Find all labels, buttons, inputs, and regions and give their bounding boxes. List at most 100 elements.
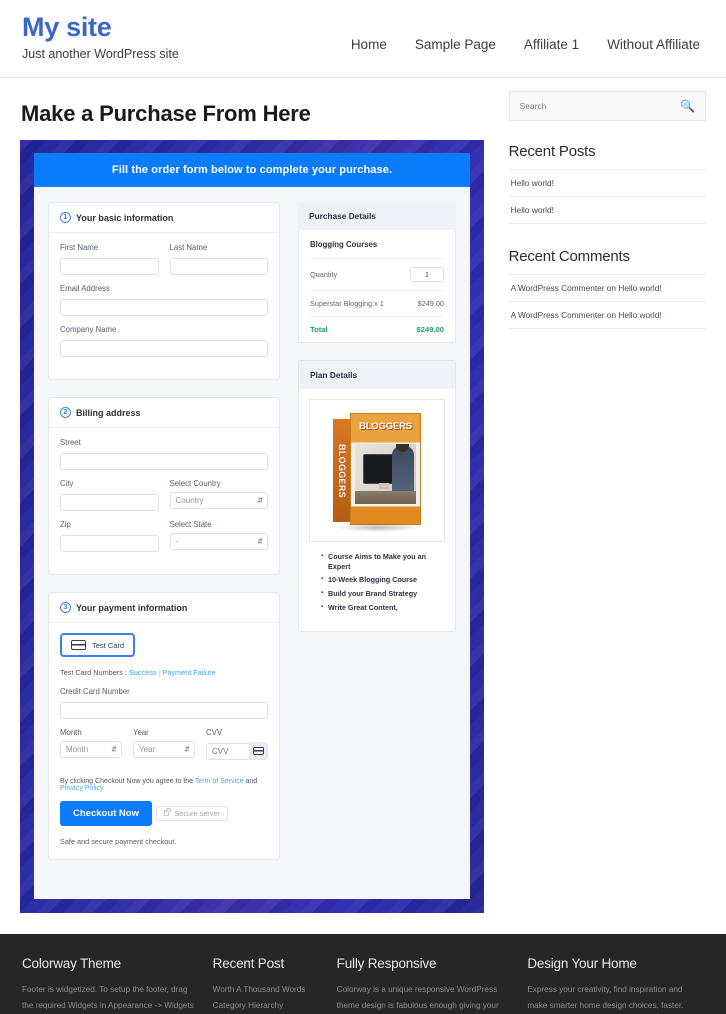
footer-column-2-title: Recent Post: [212, 956, 285, 971]
credit-card-icon: [71, 640, 86, 650]
footer-column-3: Fully Responsive Colorway is a unique re…: [337, 956, 514, 1014]
first-name-label: First Name: [60, 243, 99, 252]
terms-prefix: By clicking Checkout Now you agree to th…: [60, 778, 195, 785]
test-card-failure-link[interactable]: Payment Failure: [162, 668, 215, 677]
step-2-title: Billing address: [76, 407, 141, 418]
plan-details-panel: Plan Details BLOGGERS BLOGGERS ▪ Course …: [298, 360, 456, 632]
search-input[interactable]: [519, 101, 650, 111]
recent-comments-title: Recent Comments: [508, 248, 630, 265]
main-navigation: Home Sample Page Affiliate 1 Without Aff…: [351, 37, 704, 52]
step-1-body: First Name Last Name Email Address Compa…: [49, 233, 279, 379]
step-1-title: Your basic information: [76, 212, 174, 223]
footer-recent-post-list: Worth A Thousand Words Category Hierarch…: [213, 982, 323, 1014]
plan-feature-list: Course Aims to Make you an Expert 10-Wee…: [321, 552, 445, 613]
recent-comment-item[interactable]: A WordPress Commenter on Hello world!: [508, 301, 706, 329]
credit-card-number-label: Credit Card Number: [60, 687, 130, 696]
recent-post-item[interactable]: Hello world!: [508, 169, 706, 196]
year-select[interactable]: Year: [133, 741, 196, 758]
line-item-row: Superstar Blogging x 1 $249.00: [310, 290, 444, 316]
state-select-wrap: - ⇵: [169, 533, 269, 550]
street-label: Street: [60, 438, 81, 447]
month-select[interactable]: Month: [60, 741, 123, 758]
page-title: Make a Purchase From Here: [21, 101, 311, 126]
order-form-shell: Fill the order form below to complete yo…: [20, 140, 484, 913]
recent-comments-list: A WordPress Commenter on Hello world! A …: [508, 274, 706, 329]
footer-column-4-text: Express your creativity, find inspiratio…: [527, 985, 684, 1010]
year-group: Year Year ⇵: [133, 728, 196, 760]
city-country-row: City Select Country Country ⇵: [60, 479, 269, 520]
order-form-right-column: Purchase Details Blogging Courses Quanti…: [298, 202, 456, 877]
step-2-body: Street City Select Country Country ⇵ Zip…: [49, 428, 279, 574]
step-2-billing-address: 2 Billing address Street City Select Cou…: [48, 397, 281, 575]
state-select[interactable]: -: [169, 533, 269, 550]
quantity-label: Quantity: [310, 270, 338, 279]
plan-feature-item: 10-Week Blogging Course: [321, 575, 445, 585]
site-tagline: Just another WordPress site: [22, 47, 179, 62]
plan-details-body: BLOGGERS BLOGGERS ▪ Course Aims to Make …: [299, 389, 455, 631]
city-input[interactable]: [60, 494, 159, 511]
step-3-body: Test Card Test Card Numbers : Success | …: [49, 623, 279, 859]
order-form-banner: Fill the order form below to complete yo…: [34, 153, 470, 187]
first-name-input[interactable]: [60, 258, 159, 275]
product-group-title: Blogging Courses: [310, 240, 378, 249]
site-title[interactable]: My site: [22, 12, 322, 43]
recent-posts-list: Hello world! Hello world!: [508, 169, 706, 224]
privacy-policy-link[interactable]: Privacy Policy: [60, 785, 104, 792]
test-card-success-link[interactable]: Success: [129, 668, 157, 677]
state-label: Select State: [169, 520, 212, 529]
search-icon[interactable]: 🔍: [680, 100, 695, 112]
zip-state-row: Zip Select State - ⇵: [60, 520, 269, 561]
company-input[interactable]: [60, 340, 269, 357]
footer-recent-post-item[interactable]: Worth A Thousand Words: [213, 982, 323, 998]
total-price: $249.00: [416, 325, 444, 334]
step-3-header: 3 Your payment information: [49, 593, 280, 623]
product-box-spine-text: BLOGGERS: [336, 443, 347, 498]
company-group: Company Name: [60, 325, 269, 357]
nav-item-affiliate-1[interactable]: Affiliate 1: [524, 37, 579, 52]
nav-item-sample-page[interactable]: Sample Page: [415, 37, 496, 52]
nav-item-without-affiliate[interactable]: Without Affiliate: [607, 37, 700, 52]
plan-details-header: Plan Details: [299, 361, 455, 389]
cvv-card-icon-button[interactable]: [249, 742, 268, 759]
year-select-wrap: Year ⇵: [133, 741, 196, 758]
purchase-details-body: Blogging Courses Quantity Superstar Blog…: [298, 230, 456, 343]
nav-item-home[interactable]: Home: [351, 37, 387, 52]
safe-checkout-note: Safe and secure payment checkout.: [60, 837, 177, 846]
recent-comment-item[interactable]: A WordPress Commenter on Hello world!: [508, 274, 706, 301]
last-name-group: Last Name: [169, 243, 269, 275]
zip-input[interactable]: [60, 535, 159, 552]
city-label: City: [60, 479, 74, 488]
credit-card-number-input[interactable]: [60, 702, 269, 719]
email-group: Email Address: [60, 284, 269, 316]
step-3-title: Your payment information: [76, 602, 188, 613]
product-box-spine: BLOGGERS: [333, 419, 351, 522]
order-form-body: 1 Your basic information First Name Last…: [34, 187, 470, 899]
checkout-now-button[interactable]: Checkout Now: [60, 801, 152, 826]
step-1-header: 1 Your basic information: [49, 203, 280, 233]
sidebar: 🔍 Recent Posts Hello world! Hello world!…: [508, 78, 706, 913]
month-group: Month Month ⇵: [60, 728, 123, 760]
test-card-button[interactable]: Test Card: [60, 633, 136, 657]
terms-of-service-link[interactable]: Term of Service: [195, 778, 244, 785]
footer-recent-post-item[interactable]: Category Hierarchy: [213, 998, 323, 1014]
product-box-front: BLOGGERS: [350, 413, 422, 525]
purchase-details-header: Purchase Details: [298, 202, 456, 230]
quantity-input[interactable]: [410, 267, 444, 282]
order-form-left-column: 1 Your basic information First Name Last…: [48, 202, 281, 877]
secure-server-label: Secure server: [174, 808, 220, 818]
email-input[interactable]: [60, 299, 269, 316]
recent-post-item[interactable]: Hello world!: [508, 196, 706, 224]
search-widget: 🔍: [508, 91, 706, 121]
footer-column-1-title: Colorway Theme: [22, 956, 121, 971]
last-name-input[interactable]: [169, 258, 269, 275]
street-input[interactable]: [60, 453, 269, 470]
test-card-numbers-note: Test Card Numbers : Success | Payment Fa…: [60, 668, 268, 677]
terms-and: and: [243, 778, 258, 785]
site-footer-widgets: Colorway Theme Footer is widgetized. To …: [0, 934, 726, 1014]
product-box-shadow: [335, 523, 422, 532]
test-card-note-prefix: Test Card Numbers :: [60, 668, 129, 677]
step-3-number: 3: [60, 602, 71, 613]
country-select[interactable]: Country: [169, 492, 269, 509]
cvv-label: CVV: [206, 728, 223, 737]
main-content: Make a Purchase From Here Fill the order…: [20, 78, 485, 913]
